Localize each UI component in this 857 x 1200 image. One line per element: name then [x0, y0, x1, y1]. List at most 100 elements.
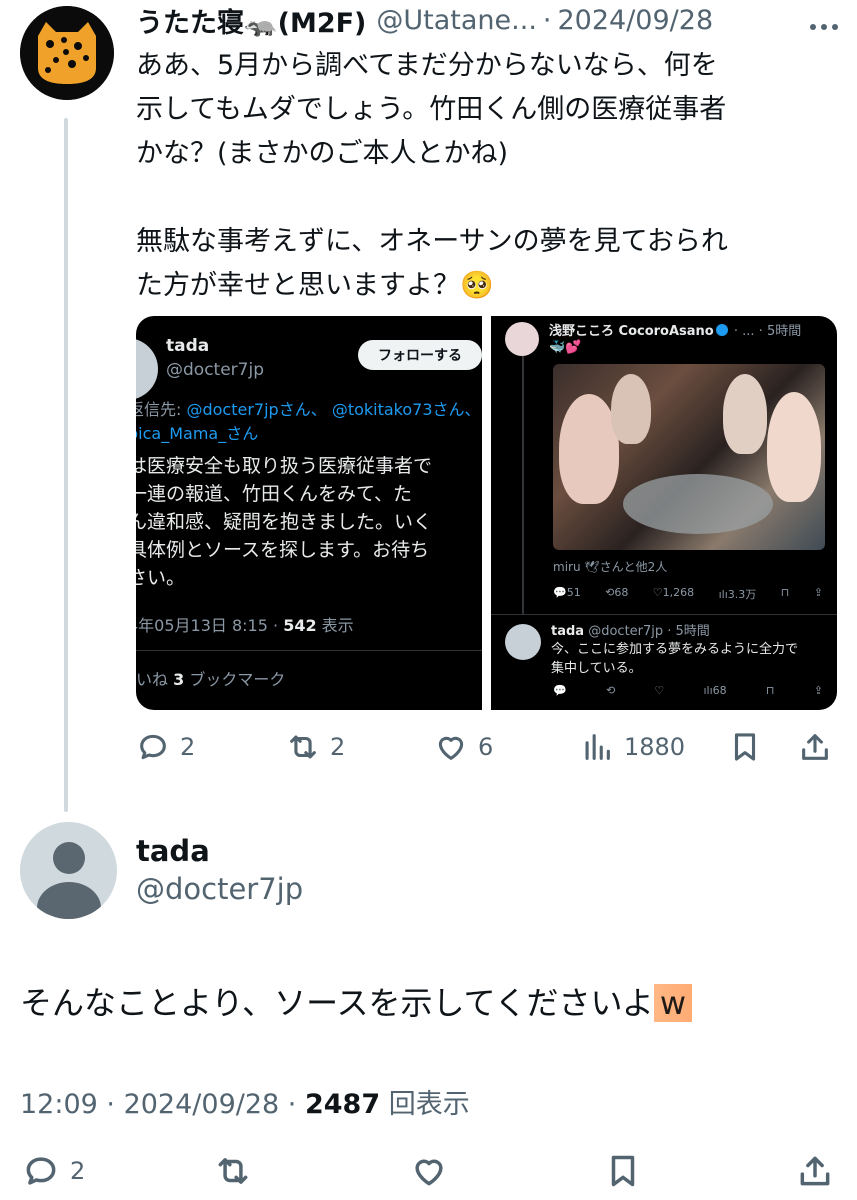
retweet-count: 2: [330, 733, 346, 761]
reply-button[interactable]: 2: [22, 1152, 85, 1190]
heart-icon: [415, 1159, 443, 1186]
reply-prefix: 返信先:: [136, 400, 182, 419]
display-name: tada: [166, 336, 210, 356]
display-name: 浅野こころ CocoroAsano: [549, 324, 714, 339]
like-button[interactable]: [410, 1152, 448, 1190]
bookmark-stat: ⊓: [765, 684, 775, 697]
share-button[interactable]: [796, 1152, 834, 1190]
views-stat: ılı3.3万: [718, 588, 757, 601]
retweet-icon: [290, 735, 316, 759]
views-number: 2487: [304, 1089, 381, 1120]
reply-count: 2: [180, 733, 196, 761]
group-photo: [553, 364, 825, 550]
tweet-date[interactable]: 2024/09/28: [124, 1089, 280, 1120]
avatar: [505, 322, 539, 356]
avatar[interactable]: [20, 822, 117, 919]
tweet-text: ああ、5月から調べてまだ分からないなら、何を 示してもムダでしょう。竹田くん側の…: [136, 50, 728, 301]
reply-stat: 💬: [553, 684, 567, 697]
heart-icon: [438, 736, 464, 760]
bookmark-icon: [611, 1155, 635, 1187]
tweet-text: そんなことより、ソースを示してくださいよ w: [20, 978, 693, 1024]
like-button[interactable]: 6: [434, 730, 493, 764]
main-action-bar: 2: [0, 1146, 857, 1196]
reply-stats: 💬 ⟲ ♡ ılı68 ⊓ ⇪: [553, 684, 823, 697]
display-name[interactable]: うたた寝🦡(M2F): [136, 1, 366, 40]
reply-header: tada @docter7jp · 5時間: [551, 620, 710, 639]
parent-action-bar: 2 2 6 1880: [0, 724, 857, 772]
tweet-time[interactable]: 12:09: [20, 1089, 98, 1120]
emoji-text: 🐳💕: [549, 340, 582, 355]
screenshot-body-text: は医療安全も取り扱う医療従事者で 一連の報道、竹田くんをみて、た ん違和感、疑問…: [136, 455, 433, 589]
views-button[interactable]: 1880: [580, 730, 685, 764]
handle[interactable]: @Utatane...: [376, 5, 537, 36]
reply-icon: [26, 1157, 56, 1185]
analytics-icon: [585, 734, 610, 760]
screenshot-header: 浅野こころ CocoroAsano · ... · 5時間: [549, 320, 801, 339]
timestamp[interactable]: 2024/09/28: [558, 5, 714, 36]
media-image-right[interactable]: 浅野こころ CocoroAsano · ... · 5時間 🐳💕 miru 🕊さ…: [491, 316, 837, 710]
bookmark-button[interactable]: [728, 730, 762, 764]
display-name[interactable]: tada: [136, 834, 210, 868]
verified-badge-icon: [715, 324, 728, 336]
avatar[interactable]: [20, 6, 114, 100]
retweet-button[interactable]: 2: [286, 730, 345, 764]
photo-table: [623, 474, 773, 534]
retweet-stat: ⟲68: [605, 586, 629, 599]
screenshot-meta: 4年05月13日 8:15 · 542 表示: [136, 612, 354, 636]
like-stat: ♡: [654, 684, 665, 697]
default-avatar-body: [37, 882, 101, 919]
share-icon: [802, 734, 828, 760]
share-button[interactable]: [798, 730, 832, 764]
retweet-button[interactable]: [214, 1152, 252, 1190]
views-number: 542: [283, 616, 317, 635]
reply-text: 今、ここに参加する夢をみるように全力で 集中している。: [551, 642, 799, 676]
parent-tweet-header: うたた寝🦡(M2F) @Utatane... · 2024/09/28: [136, 0, 713, 40]
screenshot-stats: 💬51 ⟲68 ♡1,268 ılı3.3万 ⊓ ⇪: [553, 586, 823, 602]
retweet-icon: [218, 1158, 248, 1184]
photo-person: [559, 394, 619, 504]
screenshot-date: 4年05月13日 8:15 ·: [136, 616, 284, 635]
default-avatar-head: [53, 842, 85, 874]
media-grid[interactable]: tada @docter7jp フォローする 返信先: @docter7jpさん…: [136, 316, 837, 710]
mention-link: @tokitako73さん、: [331, 400, 481, 419]
avatar: [505, 624, 541, 660]
mention-link: @docter7jpさん、: [186, 400, 327, 419]
like-stat: ♡1,268: [652, 586, 695, 599]
bookmarks-number: 3: [173, 670, 185, 689]
share-stat: ⇪: [813, 684, 823, 697]
bookmark-icon: [734, 733, 756, 761]
views-label: 表示: [316, 616, 354, 635]
thread-connector-line: [522, 356, 524, 614]
photo-person: [611, 374, 651, 444]
share-icon: [800, 1156, 830, 1186]
reply-button[interactable]: 2: [136, 730, 195, 764]
likes-label: いね: [136, 670, 174, 689]
handle[interactable]: @docter7jp: [136, 872, 303, 906]
reply-icon: [140, 734, 166, 760]
screenshot-engagement: いね 3 ブックマーク: [136, 666, 285, 690]
bookmarks-label: ブックマーク: [184, 670, 286, 689]
highlighted-text: w: [653, 984, 693, 1022]
divider: [136, 650, 482, 651]
reply-stat: 💬51: [553, 586, 581, 599]
like-count: 6: [478, 733, 494, 761]
tweet-text-main: そんなことより、ソースを示してくださいよ: [20, 984, 654, 1022]
bookmark-stat: ⊓: [780, 586, 790, 599]
photo-person: [723, 374, 767, 454]
views-stat: ılı68: [703, 684, 727, 697]
mention-link: pica_Mama_さん: [136, 424, 259, 443]
tweet-meta: 12:09 · 2024/09/28 · 2487 回表示: [20, 1089, 470, 1120]
ellipsis-icon[interactable]: [809, 8, 839, 38]
share-stat: ⇪: [813, 586, 823, 599]
views-label: 回表示: [388, 1089, 470, 1120]
reply-count: 2: [70, 1157, 86, 1185]
bookmark-button[interactable]: [604, 1152, 642, 1190]
separator: ·: [542, 4, 552, 36]
reply-meta: @docter7jp · 5時間: [584, 624, 710, 639]
tagged-users: miru 🕊さんと他2人: [553, 560, 668, 574]
photo-person: [767, 392, 821, 502]
thread-connector-line: [64, 118, 68, 812]
display-name: tada: [551, 624, 585, 639]
retweet-stat: ⟲: [605, 684, 616, 697]
media-image-left[interactable]: tada @docter7jp フォローする 返信先: @docter7jpさん…: [136, 316, 482, 710]
